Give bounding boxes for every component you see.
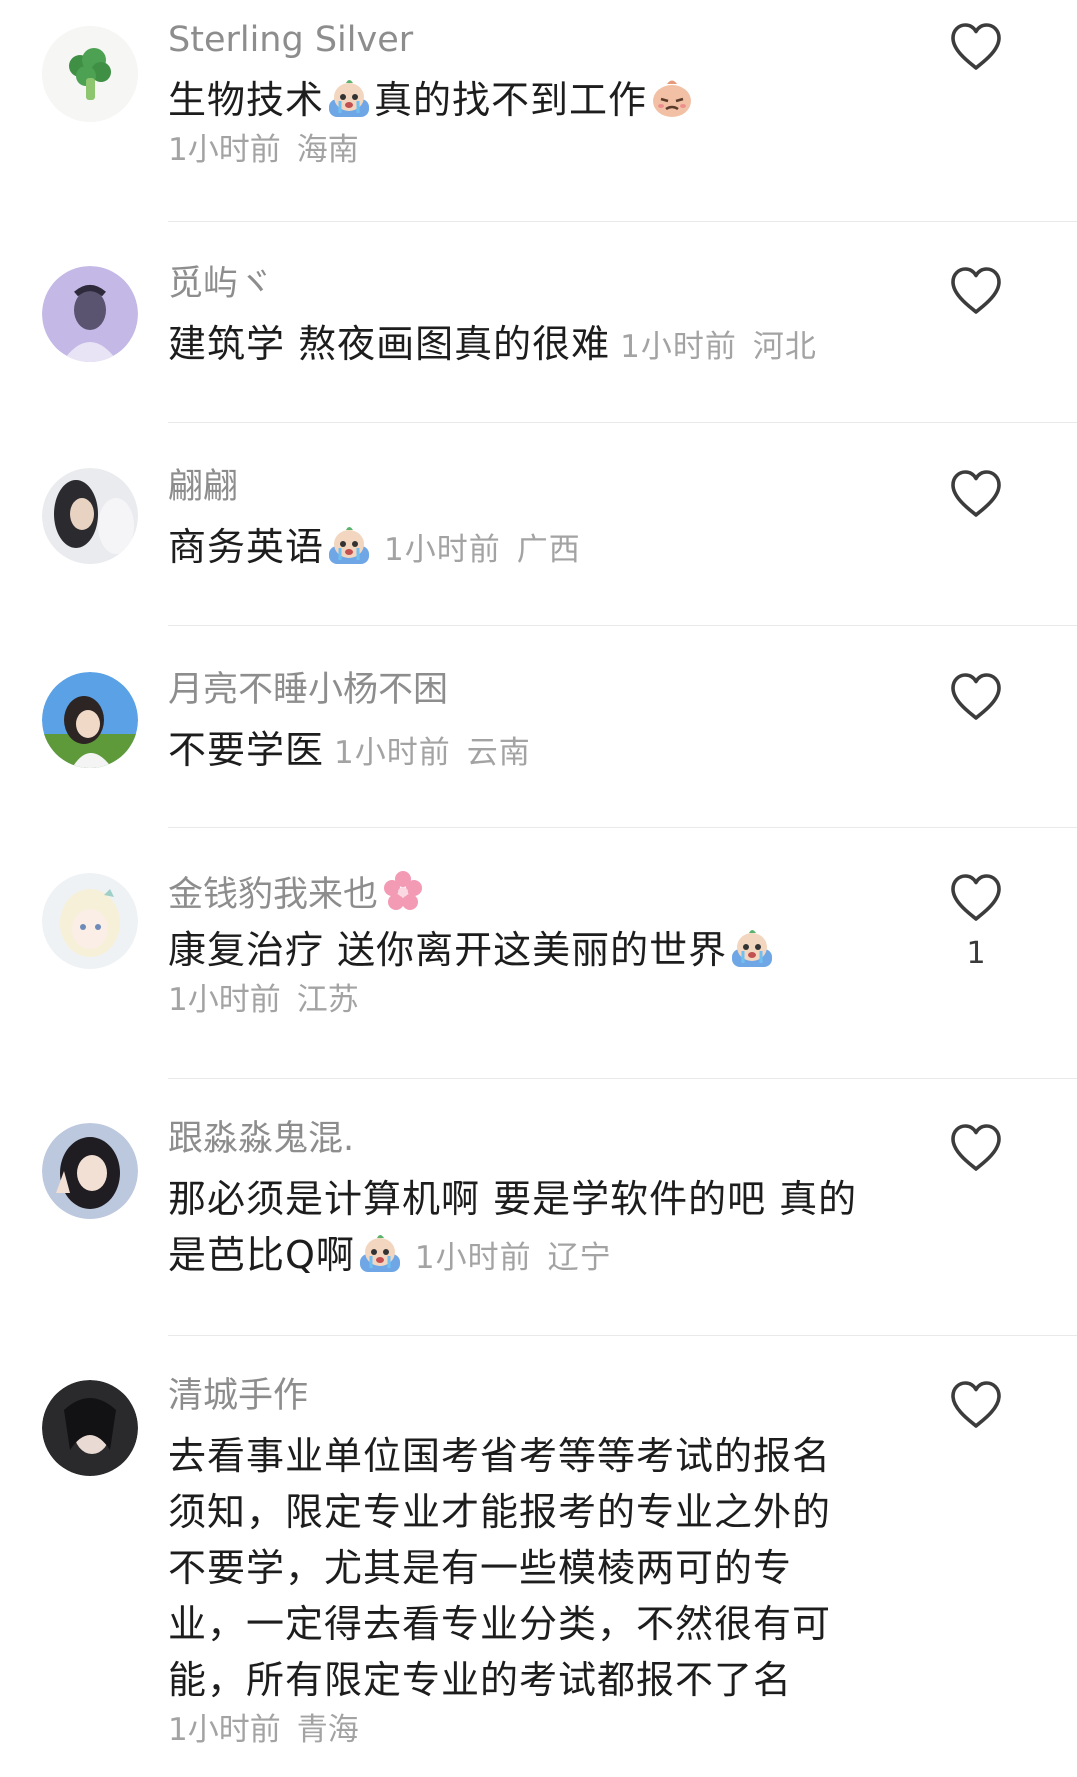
comment-text-part: 真的找不到工作 — [374, 78, 648, 122]
comment-text-part: 商务英语 — [168, 525, 325, 569]
sad-face-emoji — [649, 75, 695, 121]
comment-list: Sterling Silver 生物技术真的找不到工作 1小时前海南 觅屿ヾ — [0, 0, 1077, 1777]
comment-item: 觅屿ヾ 建筑学 熬夜画图真的很难 1小时前 河北 — [0, 222, 1077, 423]
like-button[interactable] — [949, 22, 1003, 86]
comment-meta: 1小时前 江苏 — [168, 978, 917, 1022]
username[interactable]: 翩翩 — [168, 465, 917, 509]
comment-text-line: 那必须是计算机啊 要是学软件的吧 真的 — [168, 1177, 858, 1221]
username: 金钱豹我来也 — [168, 868, 917, 915]
comment-text-line: 业，一定得去看专业分类，不然很有可 — [168, 1602, 832, 1646]
avatar[interactable] — [42, 1123, 138, 1219]
heart-outline-icon — [951, 23, 1001, 70]
comment-location: 辽宁 — [547, 1240, 612, 1276]
comment-location: 江苏 — [296, 982, 359, 1018]
comment-text: 商务英语 1小时前 广西 — [168, 519, 917, 578]
comment-meta: 1小时前 河北 — [620, 329, 817, 365]
crying-emoji — [326, 522, 372, 568]
username-text[interactable]: 金钱豹我来也 — [168, 875, 378, 915]
comment-text: 不要学医 1小时前 云南 — [168, 722, 917, 781]
comment-text-line: 须知，限定专业才能报考的专业之外的 — [168, 1490, 832, 1534]
like-button[interactable] — [949, 1380, 1003, 1444]
comment-item: 月亮不睡小杨不困 不要学医 1小时前 云南 — [0, 626, 1077, 828]
comment-text-part: 生物技术 — [168, 78, 325, 122]
comment-meta: 1小时前 辽宁 — [415, 1240, 612, 1276]
comment-location: 云南 — [466, 735, 531, 771]
comment-meta: 1小时前 海南 — [168, 128, 917, 172]
like-button[interactable] — [949, 266, 1003, 330]
comment-time: 1小时前 — [334, 735, 451, 771]
comment-time: 1小时前 — [168, 132, 281, 168]
comment-item: 跟淼淼鬼混. 那必须是计算机啊 要是学软件的吧 真的 是芭比Q啊 1小时前 辽宁 — [0, 1079, 1077, 1336]
comment-time: 1小时前 — [384, 532, 501, 568]
username[interactable]: 觅屿ヾ — [168, 262, 917, 306]
comment-text: 生物技术 真的找不到工作 — [168, 72, 917, 128]
comment-text-line: 不要学，尤其是有一些模棱两可的专 — [168, 1546, 793, 1590]
avatar[interactable] — [42, 672, 138, 768]
comment-text: 建筑学 熬夜画图真的很难 1小时前 河北 — [168, 316, 917, 375]
username[interactable]: 清城手作 — [168, 1374, 917, 1418]
username[interactable]: 月亮不睡小杨不困 — [168, 668, 917, 712]
heart-outline-icon — [951, 267, 1001, 314]
comment-location: 河北 — [752, 329, 817, 365]
comment-text-part: 康复治疗 送你离开这美丽的世界 — [168, 928, 728, 972]
comment-item: 清城手作 去看事业单位国考省考等等考试的报名 须知，限定专业才能报考的专业之外的… — [0, 1336, 1077, 1777]
heart-outline-icon — [951, 1381, 1001, 1428]
comment-time: 1小时前 — [168, 1712, 281, 1748]
comment-text-line-wrap: 是芭比Q啊 1小时前 辽宁 — [168, 1227, 917, 1286]
comment-text-line: 能，所有限定专业的考试都报不了名 — [168, 1658, 793, 1702]
comment-item: 翩翩 商务英语 1小时前 广西 — [0, 423, 1077, 626]
crying-emoji — [357, 1230, 403, 1276]
avatar[interactable] — [42, 26, 138, 122]
crying-emoji — [326, 75, 372, 121]
heart-outline-icon — [951, 1124, 1001, 1171]
avatar[interactable] — [42, 266, 138, 362]
heart-outline-icon — [951, 470, 1001, 517]
comment-meta: 1小时前 青海 — [168, 1708, 917, 1752]
like-button[interactable] — [949, 672, 1003, 736]
comment-text: 那必须是计算机啊 要是学软件的吧 真的 是芭比Q啊 1小时前 辽宁 — [168, 1171, 917, 1286]
comment-item: Sterling Silver 生物技术 真的找不到工作 1小时前 海南 — [0, 0, 1077, 222]
comment-text: 去看事业单位国考省考等等考试的报名 须知，限定专业才能报考的专业之外的 不要学，… — [168, 1428, 917, 1708]
username[interactable]: 跟淼淼鬼混. — [168, 1117, 917, 1161]
comment-meta: 1小时前 云南 — [334, 735, 531, 771]
heart-outline-icon — [951, 673, 1001, 720]
comment-text-line: 去看事业单位国考省考等等考试的报名 — [168, 1434, 832, 1478]
comment-location: 广西 — [516, 532, 581, 568]
comment-item: 金钱豹我来也 康复治疗 送你离开这美丽的世界 1小时前 江苏 1 — [0, 828, 1077, 1079]
comment-location: 海南 — [296, 132, 359, 168]
comment-text: 康复治疗 送你离开这美丽的世界 — [168, 922, 917, 978]
comment-text-part: 不要学医 — [168, 728, 325, 772]
avatar[interactable] — [42, 873, 138, 969]
comment-time: 1小时前 — [620, 329, 737, 365]
comment-location: 青海 — [296, 1712, 359, 1748]
avatar[interactable] — [42, 468, 138, 564]
comment-time: 1小时前 — [168, 982, 281, 1018]
username[interactable]: Sterling Silver — [168, 18, 917, 62]
like-button[interactable]: 1 — [949, 873, 1003, 971]
heart-outline-icon — [951, 874, 1001, 921]
like-count: 1 — [966, 936, 986, 971]
like-button[interactable] — [949, 1123, 1003, 1187]
avatar[interactable] — [42, 1380, 138, 1476]
like-button[interactable] — [949, 469, 1003, 533]
crying-emoji — [729, 925, 775, 971]
comment-text-part: 建筑学 熬夜画图真的很难 — [168, 322, 611, 366]
comment-text-line: 是芭比Q啊 — [168, 1233, 355, 1277]
comment-meta: 1小时前 广西 — [384, 532, 581, 568]
comment-time: 1小时前 — [414, 1240, 532, 1276]
cherry-blossom-emoji — [380, 868, 426, 914]
